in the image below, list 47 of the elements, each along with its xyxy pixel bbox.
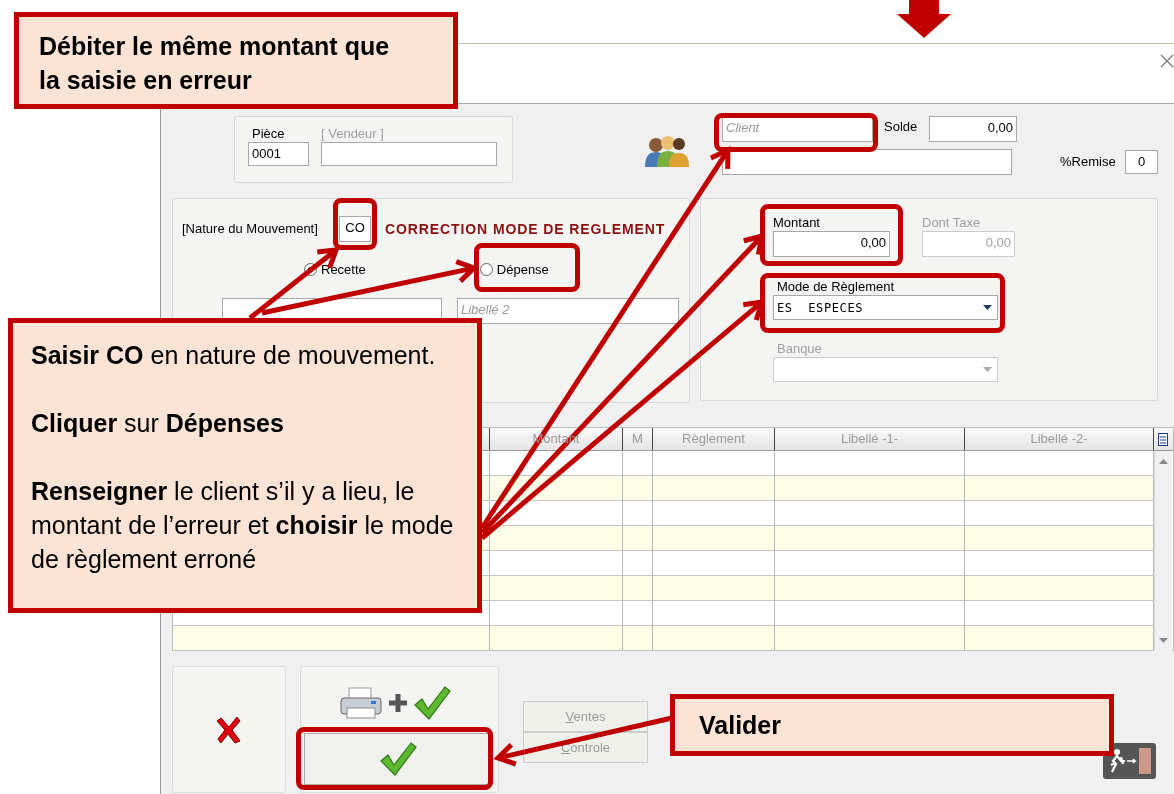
column-header: Libellé -2- (965, 428, 1154, 450)
callout-text: Cliquer sur Dépenses (31, 408, 285, 439)
column-header: Règlement (653, 428, 775, 450)
column-chooser-icon (1158, 432, 1168, 446)
field-label: Montant (773, 215, 820, 231)
column-header: Libellé -1- (775, 428, 965, 450)
field-label: Pièce (251, 126, 285, 142)
text-field[interactable]: CO (339, 216, 371, 242)
people-icon (644, 133, 690, 167)
text-field[interactable]: 0,00 (929, 116, 1017, 142)
amount-field[interactable]: 0,00 (773, 231, 890, 257)
checkmark-icon (378, 741, 417, 777)
close-icon[interactable] (1160, 54, 1174, 68)
field-label: Solde (884, 119, 919, 135)
field-label: Dont Taxe (922, 215, 981, 231)
movement-title: CORRECTION MODE DE REGLEMENT (385, 221, 666, 237)
scrollbar[interactable] (1154, 451, 1172, 651)
highlight-frame (333, 198, 377, 250)
scroll-down-icon (1159, 638, 1168, 643)
text-field[interactable] (321, 142, 497, 166)
exit-icon[interactable] (1103, 743, 1156, 779)
printer-icon (339, 686, 383, 720)
text-field[interactable]: 0001 (248, 142, 309, 166)
callout-text: Valider (670, 694, 1114, 756)
callout-text: Débiter le même montant que la saisie en erreur (14, 12, 458, 109)
down-arrow-icon (897, 0, 951, 38)
scroll-up-icon (1159, 459, 1168, 464)
dropdown-arrow-icon (982, 305, 992, 310)
field-label: Banque (776, 341, 822, 357)
text-field[interactable]: 0 (1125, 150, 1158, 174)
cross-icon (216, 714, 242, 745)
radio-button[interactable]: Recette (304, 257, 366, 281)
dropdown[interactable]: ES ESPECES (773, 295, 998, 320)
dropdown-arrow-icon (982, 367, 992, 372)
field-label: %Remise (1060, 154, 1117, 170)
radio-button[interactable]: Dépense (479, 257, 549, 281)
text-field[interactable] (722, 149, 1012, 175)
column-header: M (623, 428, 653, 450)
plus-icon (387, 692, 409, 714)
callout-text: Saisir CO en nature de mouvement. (31, 340, 437, 371)
callout-text: Renseigner le client s’il y a lieu, le montant de l’erreur et choisir le mode de règlement erroné (31, 476, 455, 575)
field-label: [ Vendeur ] (321, 126, 384, 142)
cancel-button[interactable] (172, 666, 286, 793)
field-label: [Nature du Mouvement] (182, 221, 319, 237)
field-label: Mode de Règlement (776, 279, 895, 295)
validate-button[interactable] (304, 733, 491, 785)
checkmark-icon (413, 685, 451, 721)
